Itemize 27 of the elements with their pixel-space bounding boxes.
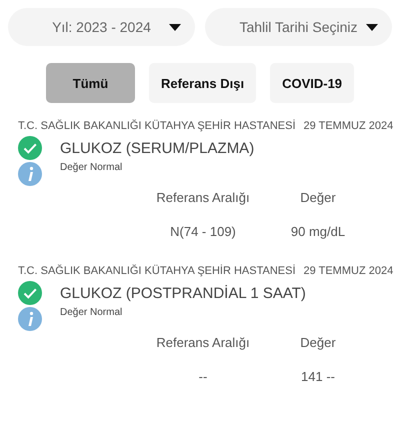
hospital-name: T.C. SAĞLIK BAKANLIĞI KÜTAHYA ŞEHİR HASTANESİ: [18, 120, 296, 132]
result-value: 141 --: [300, 369, 336, 384]
column-header: Referans Aralığı: [155, 190, 251, 205]
dropdown[interactable]: Yıl: 2023 - 2024: [8, 8, 195, 46]
dropdown[interactable]: Tahlil Tarihi Seçiniz: [205, 8, 392, 46]
filter-tab[interactable]: Tümü: [46, 63, 135, 103]
test-name: GLUKOZ (SERUM/PLAZMA): [60, 140, 254, 156]
result-date: 29 TEMMUZ 2024: [304, 120, 394, 132]
result-date: 29 TEMMUZ 2024: [304, 265, 394, 277]
hospital-name: T.C. SAĞLIK BAKANLIĞI KÜTAHYA ŞEHİR HASTANESİ: [18, 265, 296, 277]
result-value: 90 mg/dL: [290, 224, 346, 239]
info-icon: [18, 307, 42, 331]
test-name: GLUKOZ (POSTPRANDİAL 1 SAAT): [60, 284, 306, 302]
reference-range: N(74 - 109): [169, 224, 237, 239]
filter-tab[interactable]: Referans Dışı: [148, 63, 256, 103]
caret-icon: [169, 24, 181, 31]
column-header: Değer: [299, 190, 337, 205]
info-icon: [18, 162, 42, 186]
status-text: Değer Normal: [60, 162, 122, 173]
check-icon: [18, 281, 42, 305]
column-header: Referans Aralığı: [155, 335, 251, 350]
check-icon: [18, 136, 42, 160]
filter-tab[interactable]: COVID-19: [270, 63, 354, 103]
status-text: Değer Normal: [60, 307, 122, 318]
column-header: Değer: [299, 335, 337, 350]
reference-range: --: [198, 369, 208, 384]
caret-icon: [366, 24, 378, 31]
